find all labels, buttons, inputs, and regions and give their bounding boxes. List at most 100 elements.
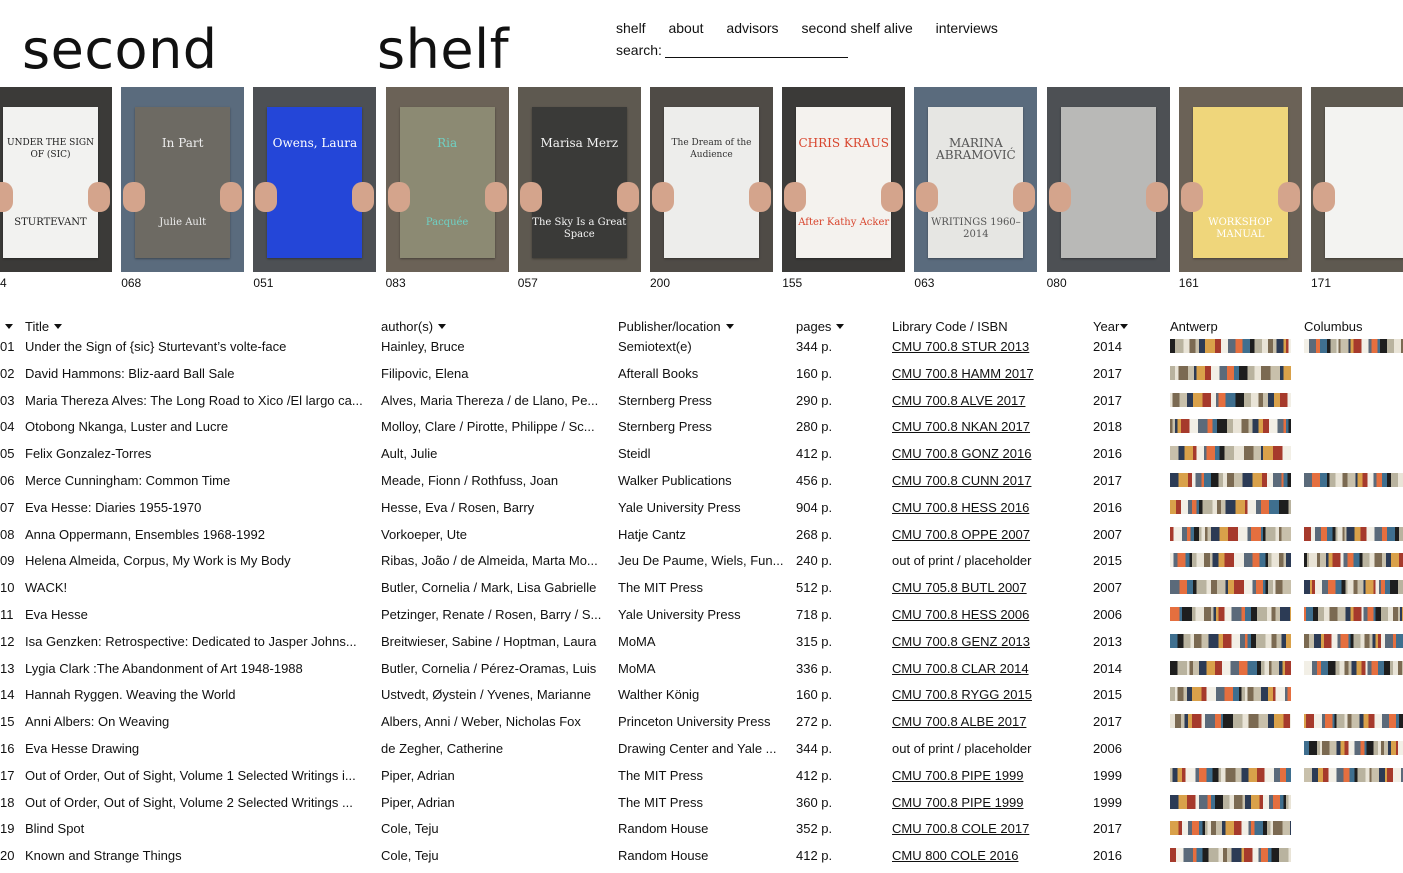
table-row[interactable]: 10 WACK! Butler, Cornelia / Mark, Lisa Gab…	[0, 578, 1403, 605]
table-row[interactable]: 06 Merce Cunningham: Common Time Meade, Fi…	[0, 471, 1403, 498]
table-row[interactable]: 15 Anni Albers: On Weaving Albers, Anni / …	[0, 712, 1403, 739]
columbus-shelf-thumbnail[interactable]	[1304, 767, 1403, 782]
row-title[interactable]: David Hammons: Bliz-aard Ball Sale	[25, 366, 370, 381]
antwerp-shelf-thumbnail[interactable]	[1170, 580, 1291, 595]
carousel-book[interactable]: MARINA ABRAMOVIĆ WRITINGS 1960–2014 063	[914, 87, 1038, 290]
row-library-code[interactable]: CMU 700.8 CUNN 2017	[892, 473, 1082, 488]
nav-advisors[interactable]: advisors	[726, 20, 778, 36]
antwerp-shelf-thumbnail[interactable]	[1170, 339, 1291, 353]
book-carousel[interactable]: UNDER THE SIGN OF (SIC) STURTEVANT 4 In Par…	[0, 87, 1403, 297]
row-title[interactable]: Eva Hesse: Diaries 1955-1970	[25, 500, 370, 515]
table-row[interactable]: 04 Otobong Nkanga, Luster and Lucre Molloy…	[0, 417, 1403, 444]
antwerp-shelf-thumbnail[interactable]	[1170, 526, 1291, 541]
columbus-shelf-thumbnail[interactable]	[1304, 633, 1403, 648]
table-row[interactable]: 05 Felix Gonzalez-Torres Ault, Julie Steidl…	[0, 444, 1403, 471]
row-title[interactable]: Blind Spot	[25, 821, 370, 836]
row-title[interactable]: Eva Hesse Drawing	[25, 741, 370, 756]
columbus-shelf-thumbnail[interactable]	[1304, 740, 1403, 755]
antwerp-shelf-thumbnail[interactable]	[1170, 633, 1291, 648]
carousel-book[interactable]: CHRIS KRAUS After Kathy Acker 155	[782, 87, 906, 290]
row-library-code[interactable]: CMU 700.8 ALVE 2017	[892, 393, 1082, 408]
nav-interviews[interactable]: interviews	[936, 20, 998, 36]
carousel-book[interactable]: Owens, Laura 051	[253, 87, 377, 290]
row-library-code[interactable]: CMU 700.8 RYGG 2015	[892, 687, 1082, 702]
columbus-shelf-thumbnail[interactable]	[1304, 606, 1403, 621]
table-row[interactable]: 08 Anna Oppermann, Ensembles 1968-1992 Vor…	[0, 525, 1403, 552]
antwerp-shelf-thumbnail[interactable]	[1170, 848, 1291, 863]
row-title[interactable]: Helena Almeida, Corpus, My Work is My Bo…	[25, 553, 370, 568]
columbus-shelf-thumbnail[interactable]	[1304, 714, 1403, 729]
site-logo-shelf[interactable]: shelf	[377, 18, 509, 81]
row-library-code[interactable]: CMU 700.8 OPPE 2007	[892, 527, 1082, 542]
carousel-book[interactable]: 080	[1046, 87, 1170, 290]
table-row[interactable]: 19 Blind Spot Cole, Teju Random House 352 p.…	[0, 819, 1403, 846]
row-library-code[interactable]: CMU 700.8 STUR 2013	[892, 339, 1082, 354]
row-title[interactable]: Eva Hesse	[25, 607, 370, 622]
carousel-book[interactable]: The Dream of the Audience 200	[650, 87, 773, 290]
row-title[interactable]: Known and Strange Things	[25, 848, 370, 863]
columbus-shelf-thumbnail[interactable]	[1304, 339, 1403, 353]
header-pages[interactable]: pages	[796, 319, 876, 334]
book-cover-photo[interactable]: WORKSHOP MANUAL	[1178, 87, 1302, 272]
table-row[interactable]: 11 Eva Hesse Petzinger, Renate / Rosen, Ba…	[0, 605, 1403, 632]
book-cover-photo[interactable]	[1311, 87, 1403, 272]
table-row[interactable]: 01 Under the Sign of {sic} Sturtevant’s v…	[0, 337, 1403, 364]
book-cover-photo[interactable]: Owens, Laura	[253, 87, 377, 272]
book-cover-photo[interactable]: The Dream of the Audience	[650, 87, 773, 272]
antwerp-shelf-thumbnail[interactable]	[1170, 767, 1291, 782]
antwerp-shelf-thumbnail[interactable]	[1170, 606, 1291, 621]
row-library-code[interactable]: CMU 700.8 GENZ 2013	[892, 634, 1082, 649]
antwerp-shelf-thumbnail[interactable]	[1170, 794, 1291, 809]
row-title[interactable]: Hannah Ryggen. Weaving the World	[25, 687, 370, 702]
columbus-shelf-thumbnail[interactable]	[1304, 472, 1403, 487]
table-row[interactable]: 16 Eva Hesse Drawing de Zegher, Catherine D…	[0, 739, 1403, 766]
row-library-code[interactable]: CMU 700.8 PIPE 1999	[892, 795, 1082, 810]
row-title[interactable]: Felix Gonzalez-Torres	[25, 446, 370, 461]
row-library-code[interactable]: CMU 700.8 HAMM 2017	[892, 366, 1082, 381]
carousel-book[interactable]: Marisa Merz The Sky Is a Great Space 057	[517, 87, 641, 290]
row-title[interactable]: Isa Genzken: Retrospective: Dedicated to…	[25, 634, 370, 649]
book-cover-photo[interactable]: Ria Pacquée	[385, 87, 509, 272]
table-row[interactable]: 03 Maria Thereza Alves: The Long Road to …	[0, 391, 1403, 418]
row-title[interactable]: Lygia Clark :The Abandonment of Art 1948…	[25, 661, 370, 676]
header-author[interactable]: author(s)	[381, 319, 609, 334]
book-cover-photo[interactable]	[1046, 87, 1170, 272]
row-title[interactable]: Out of Order, Out of Sight, Volume 1 Sel…	[25, 768, 370, 783]
antwerp-shelf-thumbnail[interactable]	[1170, 499, 1291, 514]
antwerp-shelf-thumbnail[interactable]	[1170, 472, 1291, 487]
search-input[interactable]	[664, 40, 848, 58]
row-title[interactable]: Anna Oppermann, Ensembles 1968-1992	[25, 527, 370, 542]
carousel-book[interactable]: In Part Julie Ault 068	[121, 87, 245, 290]
columbus-shelf-thumbnail[interactable]	[1304, 580, 1403, 595]
row-title[interactable]: Under the Sign of {sic} Sturtevant’s vol…	[25, 339, 370, 354]
row-library-code[interactable]: CMU 700.8 PIPE 1999	[892, 768, 1082, 783]
antwerp-shelf-thumbnail[interactable]	[1170, 392, 1291, 407]
antwerp-shelf-thumbnail[interactable]	[1170, 714, 1291, 729]
carousel-book[interactable]: 171	[1311, 87, 1403, 290]
antwerp-shelf-thumbnail[interactable]	[1170, 660, 1291, 675]
book-cover-photo[interactable]: MARINA ABRAMOVIĆ WRITINGS 1960–2014	[914, 87, 1038, 272]
book-cover-photo[interactable]: Marisa Merz The Sky Is a Great Space	[517, 87, 641, 272]
row-title[interactable]: Maria Thereza Alves: The Long Road to Xi…	[25, 393, 370, 408]
header-number[interactable]	[0, 319, 22, 334]
columbus-shelf-thumbnail[interactable]	[1304, 660, 1403, 675]
nav-second-shelf-alive[interactable]: second shelf alive	[801, 20, 912, 36]
table-row[interactable]: 09 Helena Almeida, Corpus, My Work is My …	[0, 551, 1403, 578]
book-cover-photo[interactable]: CHRIS KRAUS After Kathy Acker	[782, 87, 906, 272]
columbus-shelf-thumbnail[interactable]	[1304, 526, 1403, 541]
carousel-book[interactable]: Ria Pacquée 083	[385, 87, 509, 290]
antwerp-shelf-thumbnail[interactable]	[1170, 419, 1291, 434]
book-cover-photo[interactable]: UNDER THE SIGN OF (SIC) STURTEVANT	[0, 87, 112, 272]
row-library-code[interactable]: CMU 700.8 COLE 2017	[892, 821, 1082, 836]
carousel-book[interactable]: UNDER THE SIGN OF (SIC) STURTEVANT 4	[0, 87, 112, 290]
antwerp-shelf-thumbnail[interactable]	[1170, 687, 1291, 702]
table-row[interactable]: 12 Isa Genzken: Retrospective: Dedicated …	[0, 632, 1403, 659]
row-title[interactable]: WACK!	[25, 580, 370, 595]
row-library-code[interactable]: CMU 700.8 GONZ 2016	[892, 446, 1082, 461]
antwerp-shelf-thumbnail[interactable]	[1170, 446, 1291, 461]
nav-shelf[interactable]: shelf	[616, 20, 646, 36]
table-row[interactable]: 17 Out of Order, Out of Sight, Volume 1 S…	[0, 766, 1403, 793]
row-library-code[interactable]: CMU 705.8 BUTL 2007	[892, 580, 1082, 595]
row-library-code[interactable]: CMU 700.8 CLAR 2014	[892, 661, 1082, 676]
table-row[interactable]: 14 Hannah Ryggen. Weaving the World Ustved…	[0, 685, 1403, 712]
